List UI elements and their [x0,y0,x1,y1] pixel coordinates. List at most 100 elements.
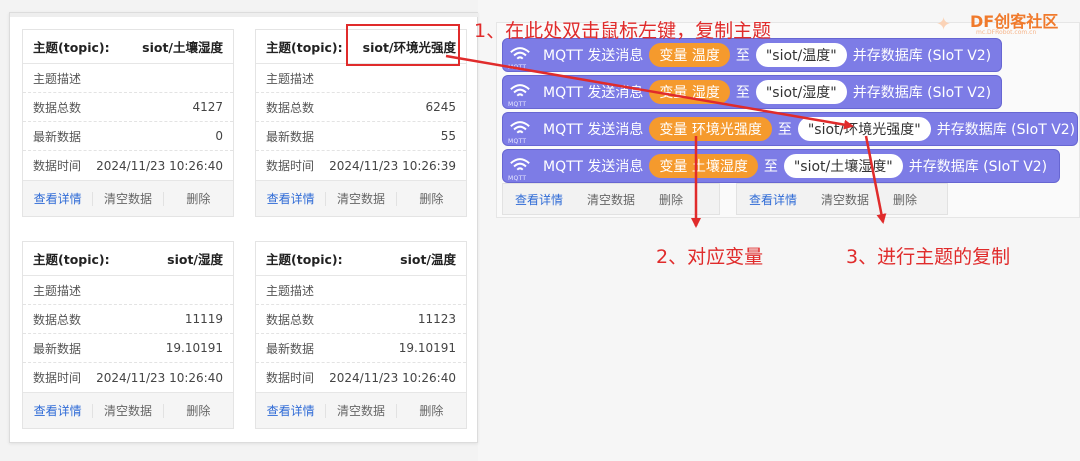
df-logo-subtitle: mc.DFRobot.com.cn [976,29,1037,36]
time-value: 2024/11/23 10:26:40 [329,370,456,385]
topic-pill[interactable]: "siot/温度" [755,43,847,67]
topic-description-row: 主题描述 [256,64,466,93]
annotation-step-3: 3、进行主题的复制 [846,246,1011,268]
latest-value: 55 [440,129,456,143]
topic-label: 主题(topic): [33,252,110,267]
mqtt-icon-label: MQTT [508,64,527,71]
time-value: 2024/11/23 10:26:40 [96,370,223,385]
latest-value: 0 [215,129,223,143]
topic-label: 主题(topic): [33,40,110,55]
total-row: 数据总数 6245 [256,93,466,122]
block-to: 至 [763,159,778,175]
desc-label: 主题描述 [33,71,82,86]
topic-value[interactable]: siot/温度 [400,249,456,268]
topic-description-row: 主题描述 [23,276,233,305]
block-suffix: 并存数据库 (SIoT V2) [908,159,1048,175]
time-label: 数据时间 [33,159,82,173]
delete-button[interactable]: 删除 [647,191,695,208]
latest-value: 19.10191 [165,341,223,355]
topic-card-header: 主题(topic): siot/土壤湿度 [23,30,233,64]
card-footer: 查看详情 清空数据 删除 [256,392,466,428]
time-value: 2024/11/23 10:26:39 [329,158,456,173]
mqtt-icon-label: MQTT [508,175,527,182]
time-label: 数据时间 [266,371,315,385]
detail-link[interactable]: 查看详情 [503,191,575,208]
delete-button[interactable]: 删除 [397,192,466,206]
topic-card: 主题(topic): siot/湿度 主题描述 数据总数 11119 最新数据 19… [22,241,234,429]
topic-description-row: 主题描述 [23,64,233,93]
wifi-icon: MQTT [503,38,537,72]
sparkle-icon: ✦ [936,14,952,35]
mqtt-icon-label: MQTT [508,138,527,145]
delete-button[interactable]: 删除 [164,404,233,418]
latest-label: 最新数据 [33,129,82,144]
mqtt-send-block[interactable]: MQTT MQTT 发送消息 变量 环境光强度 至 "siot/环境光强度" 并… [502,112,1078,146]
latest-value: 19.10191 [398,341,456,355]
time-row: 数据时间 2024/11/23 10:26:40 [23,151,233,180]
wifi-icon: MQTT [503,75,537,109]
variable-pill[interactable]: 变量 土壤湿度 [649,154,758,178]
total-label: 数据总数 [266,100,315,115]
wifi-icon: MQTT [503,112,537,146]
desc-label: 主题描述 [266,283,315,298]
topic-value[interactable]: siot/湿度 [167,249,223,268]
block-suffix: 并存数据库 (SIoT V2) [852,85,992,101]
topic-pill[interactable]: "siot/土壤湿度" [783,154,903,178]
variable-pill[interactable]: 变量 温度 [649,43,730,67]
total-value: 4127 [192,100,223,114]
topic-pill[interactable]: "siot/湿度" [755,80,847,104]
topic-label: 主题(topic): [266,252,343,267]
latest-label: 最新数据 [33,341,82,356]
total-label: 数据总数 [266,312,315,327]
detail-link[interactable]: 查看详情 [23,191,94,206]
clear-data-button[interactable]: 清空数据 [93,403,164,418]
time-label: 数据时间 [266,159,315,173]
annotation-step-1: 1、在此处双击鼠标左键，复制主题 [474,20,772,42]
background-card-footer: 查看详情 清空数据 删除 [502,183,720,215]
card-footer: 查看详情 清空数据 删除 [23,180,233,216]
variable-pill[interactable]: 变量 环境光强度 [649,117,772,141]
total-row: 数据总数 11123 [256,305,466,334]
block-suffix: 并存数据库 (SIoT V2) [852,48,992,64]
clear-data-button[interactable]: 清空数据 [575,191,647,208]
time-row: 数据时间 2024/11/23 10:26:40 [23,363,233,392]
time-value: 2024/11/23 10:26:40 [96,158,223,173]
desc-label: 主题描述 [33,283,82,298]
clear-data-button[interactable]: 清空数据 [809,191,881,208]
total-value: 11123 [417,312,456,326]
detail-link[interactable]: 查看详情 [23,403,94,418]
mqtt-send-block[interactable]: MQTT MQTT 发送消息 变量 温度 至 "siot/温度" 并存数据库 (… [502,38,1002,72]
panel-top-edge [10,13,479,17]
topic-pill[interactable]: "siot/环境光强度" [797,117,931,141]
block-prefix: MQTT 发送消息 [543,122,644,138]
total-label: 数据总数 [33,100,82,115]
detail-link[interactable]: 查看详情 [256,191,327,206]
detail-link[interactable]: 查看详情 [737,191,809,208]
total-value: 6245 [425,100,456,114]
block-prefix: MQTT 发送消息 [543,159,644,175]
topic-card-header: 主题(topic): siot/湿度 [23,242,233,276]
time-label: 数据时间 [33,371,82,385]
mqtt-send-block[interactable]: MQTT MQTT 发送消息 变量 湿度 至 "siot/湿度" 并存数据库 (… [502,75,1002,109]
variable-pill[interactable]: 变量 湿度 [649,80,730,104]
card-footer: 查看详情 清空数据 删除 [23,392,233,428]
latest-row: 最新数据 19.10191 [23,334,233,363]
block-to: 至 [777,122,792,138]
delete-button[interactable]: 删除 [881,191,929,208]
mqtt-send-block[interactable]: MQTT MQTT 发送消息 变量 土壤湿度 至 "siot/土壤湿度" 并存数… [502,149,1060,183]
delete-button[interactable]: 删除 [397,404,466,418]
total-label: 数据总数 [33,312,82,327]
clear-data-button[interactable]: 清空数据 [326,403,397,418]
time-row: 数据时间 2024/11/23 10:26:40 [256,363,466,392]
latest-row: 最新数据 0 [23,122,233,151]
latest-row: 最新数据 19.10191 [256,334,466,363]
clear-data-button[interactable]: 清空数据 [326,191,397,206]
latest-label: 最新数据 [266,129,315,144]
annotation-step-2: 2、对应变量 [656,246,764,268]
topic-description-row: 主题描述 [256,276,466,305]
latest-row: 最新数据 55 [256,122,466,151]
detail-link[interactable]: 查看详情 [256,403,327,418]
topic-value[interactable]: siot/土壤湿度 [142,37,223,56]
delete-button[interactable]: 删除 [164,192,233,206]
clear-data-button[interactable]: 清空数据 [93,191,164,206]
